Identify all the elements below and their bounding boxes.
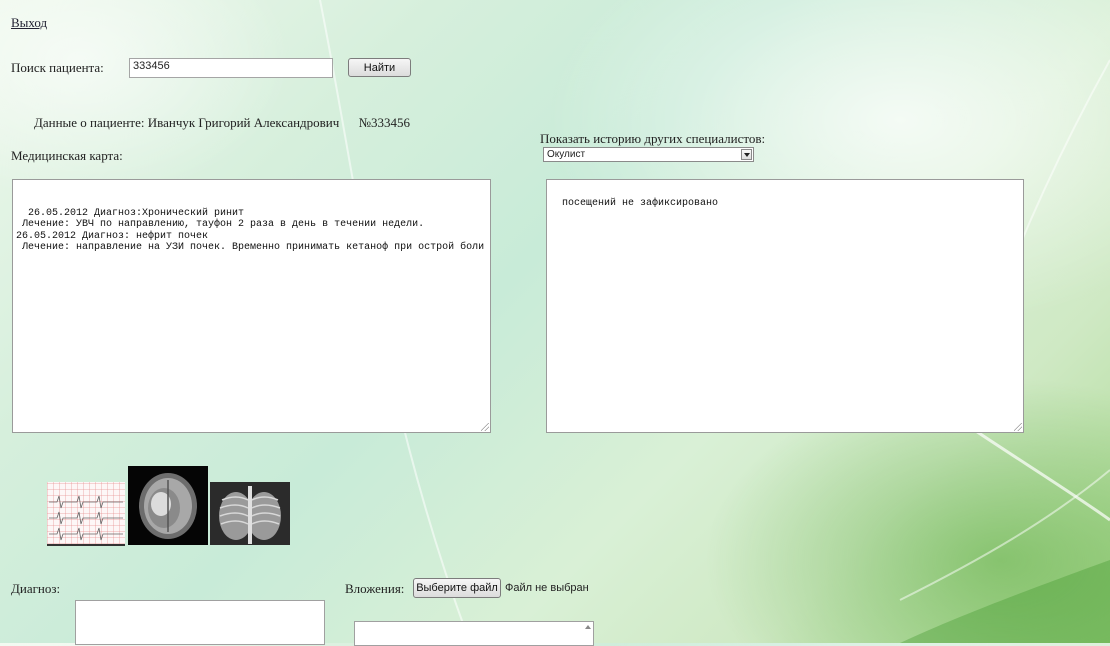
choose-file-button[interactable]: Выберите файл xyxy=(413,578,501,598)
specialist-select[interactable]: Окулист xyxy=(543,147,754,162)
mri-thumbnail[interactable] xyxy=(128,466,208,545)
search-button[interactable]: Найти xyxy=(348,58,411,77)
chevron-down-icon[interactable] xyxy=(741,149,752,160)
search-label: Поиск пациента: xyxy=(11,60,104,75)
patient-name: Иванчук Григорий Александрович xyxy=(147,115,340,130)
brain-scan-icon xyxy=(139,473,197,539)
medical-card-textarea[interactable]: 26.05.2012 Диагноз:Хронический ринит Леч… xyxy=(12,179,491,433)
diagnosis-textarea[interactable] xyxy=(75,600,325,645)
patient-number: №333456 xyxy=(358,115,410,130)
resize-grip-icon[interactable] xyxy=(1014,423,1022,431)
patient-info: Данные о пациенте: Иванчук Григорий Алек… xyxy=(34,115,410,131)
attachments-label: Вложения: xyxy=(345,581,405,596)
xray-thumbnail[interactable] xyxy=(210,482,290,545)
resize-grip-icon[interactable] xyxy=(481,423,489,431)
specialist-history-textarea[interactable]: посещений не зафиксировано xyxy=(546,179,1024,433)
attachments-textarea[interactable] xyxy=(354,621,594,646)
specialist-history-text: посещений не зафиксировано xyxy=(562,197,719,209)
medical-card-text: 26.05.2012 Диагноз:Хронический ринит Леч… xyxy=(16,207,485,254)
ecg-thumbnail[interactable] xyxy=(47,482,125,546)
scroll-up-arrow-icon[interactable] xyxy=(585,625,591,629)
ecg-trace-icon xyxy=(49,495,123,541)
medical-card-label: Медицинская карта: xyxy=(11,148,123,163)
chest-xray-icon xyxy=(219,486,281,544)
logout-link[interactable]: Выход xyxy=(11,15,47,31)
patient-info-label: Данные о пациенте: xyxy=(34,115,145,130)
specialist-select-value: Окулист xyxy=(547,149,586,160)
specialists-label: Показать историю других специалистов: xyxy=(540,131,766,146)
patient-search-input[interactable]: 333456 xyxy=(129,58,333,78)
no-file-text: Файл не выбран xyxy=(505,582,589,594)
diagnosis-label: Диагноз: xyxy=(11,581,61,596)
